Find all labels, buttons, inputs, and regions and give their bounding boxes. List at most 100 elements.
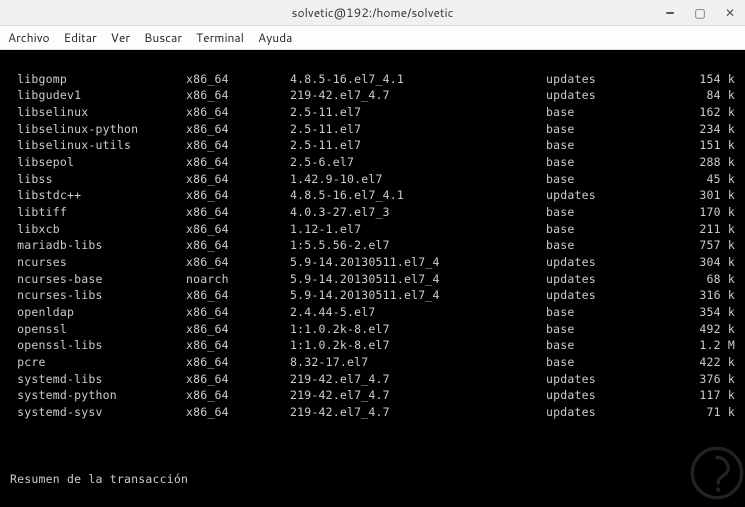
pkg-repo: base <box>546 354 658 371</box>
pkg-repo: updates <box>546 254 658 271</box>
pkg-size: 422 k <box>658 354 735 371</box>
pkg-version: 2.5-11.el7 <box>290 104 546 121</box>
package-row: libstdc++x86_644.8.5-16.el7_4.1updates30… <box>10 187 735 204</box>
pkg-size: 288 k <box>658 154 735 171</box>
pkg-size: 234 k <box>658 121 735 138</box>
window-title: solvetic@192:/home/solvetic <box>292 4 454 21</box>
package-row: libselinuxx86_642.5-11.el7base162 k <box>10 104 735 121</box>
package-row: libxcbx86_641.12-1.el7base211 k <box>10 221 735 238</box>
menu-ver[interactable]: Ver <box>111 29 130 46</box>
package-row: systemd-libsx86_64219-42.el7_4.7updates3… <box>10 371 735 388</box>
pkg-version: 2.5-6.el7 <box>290 154 546 171</box>
window-controls: ━ ▢ ✕ <box>661 0 739 25</box>
blank-line <box>10 437 735 454</box>
pkg-repo: base <box>546 304 658 321</box>
minimize-icon[interactable]: ━ <box>661 4 679 22</box>
pkg-version: 1:1.0.2k-8.el7 <box>290 337 546 354</box>
pkg-version: 1:5.5.56-2.el7 <box>290 237 546 254</box>
pkg-size: 376 k <box>658 371 735 388</box>
package-row: pcrex86_648.32-17.el7base422 k <box>10 354 735 371</box>
package-row: openldapx86_642.4.44-5.el7base354 k <box>10 304 735 321</box>
pkg-version: 1.42.9-10.el7 <box>290 171 546 188</box>
package-row: libssx86_641.42.9-10.el7base45 k <box>10 171 735 188</box>
menu-ayuda[interactable]: Ayuda <box>258 29 292 46</box>
pkg-name: libselinux-utils <box>10 137 186 154</box>
package-row: ncurses-libsx86_645.9-14.20130511.el7_4u… <box>10 287 735 304</box>
pkg-version: 2.4.44-5.el7 <box>290 304 546 321</box>
pkg-repo: base <box>546 337 658 354</box>
pkg-arch: x86_64 <box>186 287 290 304</box>
pkg-size: 68 k <box>658 271 735 288</box>
pkg-name: mariadb-libs <box>10 237 186 254</box>
pkg-version: 2.5-11.el7 <box>290 121 546 138</box>
pkg-size: 301 k <box>658 187 735 204</box>
pkg-arch: x86_64 <box>186 171 290 188</box>
pkg-repo: base <box>546 104 658 121</box>
pkg-arch: x86_64 <box>186 354 290 371</box>
pkg-name: libss <box>10 171 186 188</box>
pkg-size: 151 k <box>658 137 735 154</box>
pkg-size: 84 k <box>658 87 735 104</box>
pkg-name: libgomp <box>10 71 186 88</box>
pkg-size: 1.2 M <box>658 337 735 354</box>
summary-heading: Resumen de la transacción <box>10 471 735 488</box>
pkg-name: systemd-sysv <box>10 404 186 421</box>
pkg-size: 211 k <box>658 221 735 238</box>
pkg-size: 304 k <box>658 254 735 271</box>
package-row: libsepolx86_642.5-6.el7base288 k <box>10 154 735 171</box>
pkg-arch: x86_64 <box>186 204 290 221</box>
pkg-size: 154 k <box>658 71 735 88</box>
package-row: ncurses-basenoarch5.9-14.20130511.el7_4u… <box>10 271 735 288</box>
pkg-version: 219-42.el7_4.7 <box>290 387 546 404</box>
maximize-icon[interactable]: ▢ <box>691 4 709 22</box>
pkg-name: libtiff <box>10 204 186 221</box>
pkg-arch: x86_64 <box>186 187 290 204</box>
close-icon[interactable]: ✕ <box>721 4 739 22</box>
pkg-version: 8.32-17.el7 <box>290 354 546 371</box>
pkg-version: 219-42.el7_4.7 <box>290 404 546 421</box>
pkg-repo: base <box>546 121 658 138</box>
pkg-repo: base <box>546 204 658 221</box>
pkg-arch: x86_64 <box>186 221 290 238</box>
pkg-arch: x86_64 <box>186 237 290 254</box>
menu-archivo[interactable]: Archivo <box>8 29 50 46</box>
pkg-arch: x86_64 <box>186 404 290 421</box>
package-row: opensslx86_641:1.0.2k-8.el7base492 k <box>10 321 735 338</box>
package-row: libtiffx86_644.0.3-27.el7_3base170 k <box>10 204 735 221</box>
pkg-version: 4.8.5-16.el7_4.1 <box>290 71 546 88</box>
package-row: libselinux-utilsx86_642.5-11.el7base151 … <box>10 137 735 154</box>
pkg-version: 5.9-14.20130511.el7_4 <box>290 287 546 304</box>
pkg-repo: updates <box>546 404 658 421</box>
pkg-arch: x86_64 <box>186 154 290 171</box>
pkg-arch: x86_64 <box>186 254 290 271</box>
pkg-name: ncurses <box>10 254 186 271</box>
menu-terminal[interactable]: Terminal <box>196 29 244 46</box>
pkg-arch: x86_64 <box>186 304 290 321</box>
pkg-arch: x86_64 <box>186 137 290 154</box>
menu-editar[interactable]: Editar <box>64 29 97 46</box>
menu-bar: Archivo Editar Ver Buscar Terminal Ayuda <box>0 26 745 50</box>
pkg-size: 162 k <box>658 104 735 121</box>
pkg-version: 5.9-14.20130511.el7_4 <box>290 271 546 288</box>
pkg-size: 757 k <box>658 237 735 254</box>
package-row: openssl-libsx86_641:1.0.2k-8.el7base1.2 … <box>10 337 735 354</box>
pkg-size: 71 k <box>658 404 735 421</box>
pkg-arch: x86_64 <box>186 337 290 354</box>
package-row: mariadb-libsx86_641:5.5.56-2.el7base757 … <box>10 237 735 254</box>
package-row: libgompx86_644.8.5-16.el7_4.1updates154 … <box>10 71 735 88</box>
pkg-name: libgudev1 <box>10 87 186 104</box>
pkg-arch: x86_64 <box>186 71 290 88</box>
pkg-arch: x86_64 <box>186 321 290 338</box>
package-row: systemd-sysvx86_64219-42.el7_4.7updates7… <box>10 404 735 421</box>
pkg-version: 1:1.0.2k-8.el7 <box>290 321 546 338</box>
pkg-name: systemd-python <box>10 387 186 404</box>
pkg-repo: updates <box>546 187 658 204</box>
package-row: libgudev1x86_64219-42.el7_4.7updates84 k <box>10 87 735 104</box>
pkg-size: 117 k <box>658 387 735 404</box>
pkg-repo: updates <box>546 371 658 388</box>
pkg-repo: updates <box>546 87 658 104</box>
pkg-name: libxcb <box>10 221 186 238</box>
pkg-repo: updates <box>546 71 658 88</box>
menu-buscar[interactable]: Buscar <box>144 29 182 46</box>
terminal-output[interactable]: libgompx86_644.8.5-16.el7_4.1updates154 … <box>0 50 745 507</box>
